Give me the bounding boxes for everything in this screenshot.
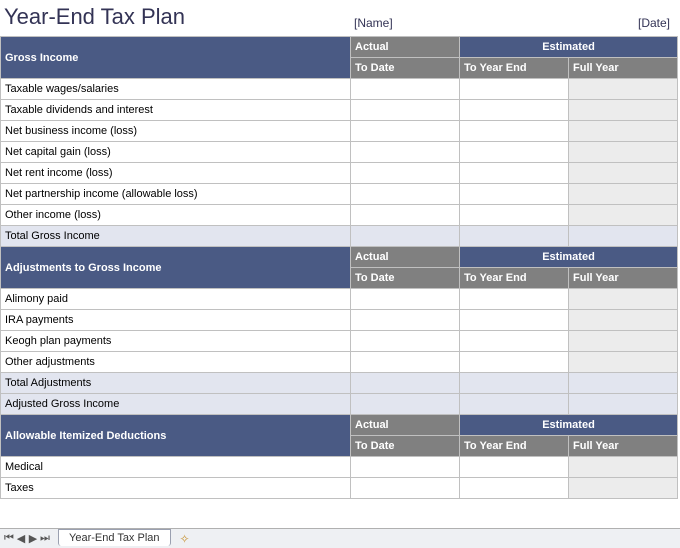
name-placeholder[interactable]: [Name] (354, 16, 474, 30)
section-title: Allowable Itemized Deductions (1, 415, 351, 457)
new-sheet-icon[interactable]: ✧ (177, 532, 193, 546)
cell-to-year-end[interactable] (460, 478, 569, 499)
column-header-actual: Actual (351, 37, 460, 58)
cell-actual-to-date[interactable] (351, 100, 460, 121)
tab-next-icon[interactable]: ▶ (28, 532, 38, 545)
column-header-full-year: Full Year (569, 268, 678, 289)
row-label: Alimony paid (1, 289, 351, 310)
cell-full-year[interactable] (569, 352, 678, 373)
column-header-to-date: To Date (351, 58, 460, 79)
cell-to-year-end[interactable] (460, 79, 569, 100)
column-header-estimated: Estimated (460, 247, 678, 268)
cell-actual-to-date[interactable] (351, 184, 460, 205)
sheet-tab-bar: ⏮ ◀ ▶ ⏭ Year-End Tax Plan ✧ (0, 528, 680, 548)
page-title: Year-End Tax Plan (4, 4, 354, 30)
total-actual-to-date (351, 373, 460, 394)
row-label: Net partnership income (allowable loss) (1, 184, 351, 205)
cell-actual-to-date[interactable] (351, 79, 460, 100)
row-label: Taxable dividends and interest (1, 100, 351, 121)
row-label: Other income (loss) (1, 205, 351, 226)
cell-actual-to-date[interactable] (351, 331, 460, 352)
column-header-to-year-end: To Year End (460, 436, 569, 457)
column-header-full-year: Full Year (569, 58, 678, 79)
cell-actual-to-date[interactable] (351, 310, 460, 331)
total-to-year-end (460, 394, 569, 415)
cell-actual-to-date[interactable] (351, 142, 460, 163)
cell-to-year-end[interactable] (460, 331, 569, 352)
date-placeholder[interactable]: [Date] (474, 16, 672, 30)
column-header-full-year: Full Year (569, 436, 678, 457)
sheet-tab-active[interactable]: Year-End Tax Plan (58, 529, 171, 546)
cell-full-year[interactable] (569, 100, 678, 121)
cell-to-year-end[interactable] (460, 289, 569, 310)
total-full-year (569, 394, 678, 415)
tax-table: Gross IncomeActualEstimatedTo DateTo Yea… (0, 36, 678, 499)
row-label: Taxes (1, 478, 351, 499)
total-to-year-end (460, 226, 569, 247)
cell-full-year[interactable] (569, 310, 678, 331)
cell-full-year[interactable] (569, 121, 678, 142)
cell-actual-to-date[interactable] (351, 121, 460, 142)
column-header-estimated: Estimated (460, 415, 678, 436)
tab-nav: ⏮ ◀ ▶ ⏭ (0, 532, 54, 545)
column-header-to-year-end: To Year End (460, 268, 569, 289)
cell-to-year-end[interactable] (460, 121, 569, 142)
row-label: Taxable wages/salaries (1, 79, 351, 100)
column-header-estimated: Estimated (460, 37, 678, 58)
section-title: Gross Income (1, 37, 351, 79)
cell-actual-to-date[interactable] (351, 289, 460, 310)
cell-full-year[interactable] (569, 205, 678, 226)
total-actual-to-date (351, 226, 460, 247)
cell-to-year-end[interactable] (460, 142, 569, 163)
cell-to-year-end[interactable] (460, 163, 569, 184)
total-label: Adjusted Gross Income (1, 394, 351, 415)
cell-full-year[interactable] (569, 478, 678, 499)
total-label: Total Gross Income (1, 226, 351, 247)
cell-full-year[interactable] (569, 163, 678, 184)
cell-actual-to-date[interactable] (351, 163, 460, 184)
cell-to-year-end[interactable] (460, 310, 569, 331)
cell-full-year[interactable] (569, 79, 678, 100)
cell-full-year[interactable] (569, 142, 678, 163)
cell-to-year-end[interactable] (460, 205, 569, 226)
cell-to-year-end[interactable] (460, 352, 569, 373)
cell-to-year-end[interactable] (460, 184, 569, 205)
section-title: Adjustments to Gross Income (1, 247, 351, 289)
column-header-actual: Actual (351, 247, 460, 268)
cell-actual-to-date[interactable] (351, 352, 460, 373)
row-label: Net capital gain (loss) (1, 142, 351, 163)
total-actual-to-date (351, 394, 460, 415)
row-label: IRA payments (1, 310, 351, 331)
cell-actual-to-date[interactable] (351, 457, 460, 478)
column-header-to-date: To Date (351, 436, 460, 457)
row-label: Other adjustments (1, 352, 351, 373)
row-label: Net rent income (loss) (1, 163, 351, 184)
column-header-to-year-end: To Year End (460, 58, 569, 79)
tab-last-icon[interactable]: ⏭ (40, 532, 50, 545)
cell-full-year[interactable] (569, 289, 678, 310)
total-full-year (569, 373, 678, 394)
cell-full-year[interactable] (569, 184, 678, 205)
cell-to-year-end[interactable] (460, 100, 569, 121)
title-row: Year-End Tax Plan [Name] [Date] (0, 0, 680, 36)
total-to-year-end (460, 373, 569, 394)
total-label: Total Adjustments (1, 373, 351, 394)
tab-first-icon[interactable]: ⏮ (4, 532, 14, 545)
cell-actual-to-date[interactable] (351, 205, 460, 226)
cell-full-year[interactable] (569, 457, 678, 478)
row-label: Keogh plan payments (1, 331, 351, 352)
total-full-year (569, 226, 678, 247)
tab-prev-icon[interactable]: ◀ (16, 532, 26, 545)
column-header-to-date: To Date (351, 268, 460, 289)
cell-full-year[interactable] (569, 331, 678, 352)
row-label: Medical (1, 457, 351, 478)
column-header-actual: Actual (351, 415, 460, 436)
cell-actual-to-date[interactable] (351, 478, 460, 499)
cell-to-year-end[interactable] (460, 457, 569, 478)
row-label: Net business income (loss) (1, 121, 351, 142)
